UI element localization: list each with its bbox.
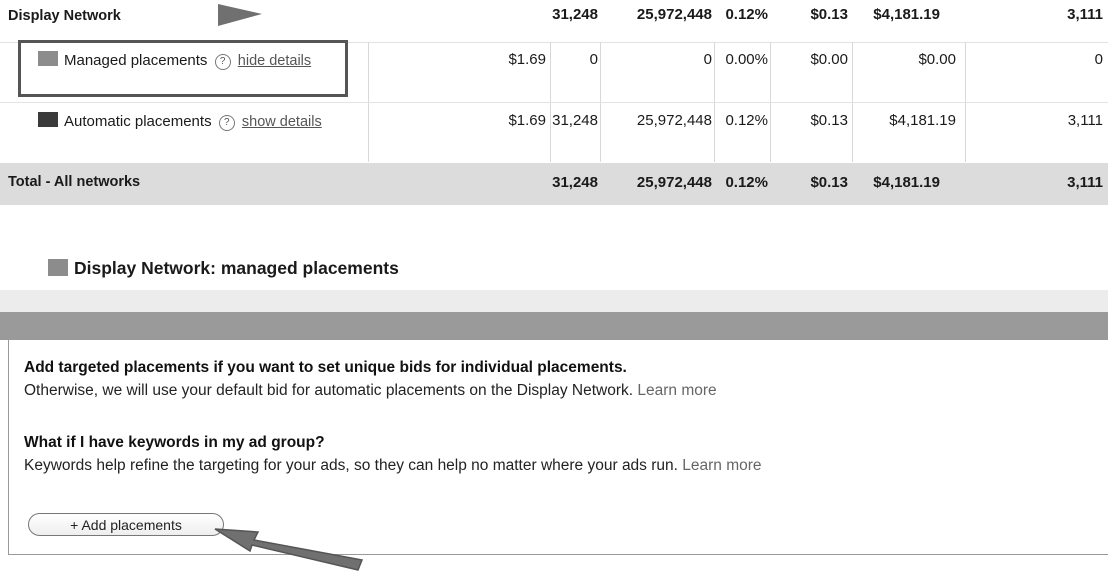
arrow-left-icon	[214, 528, 364, 571]
annotation-arrows	[214, 4, 364, 571]
arrow-right-icon	[218, 4, 262, 26]
